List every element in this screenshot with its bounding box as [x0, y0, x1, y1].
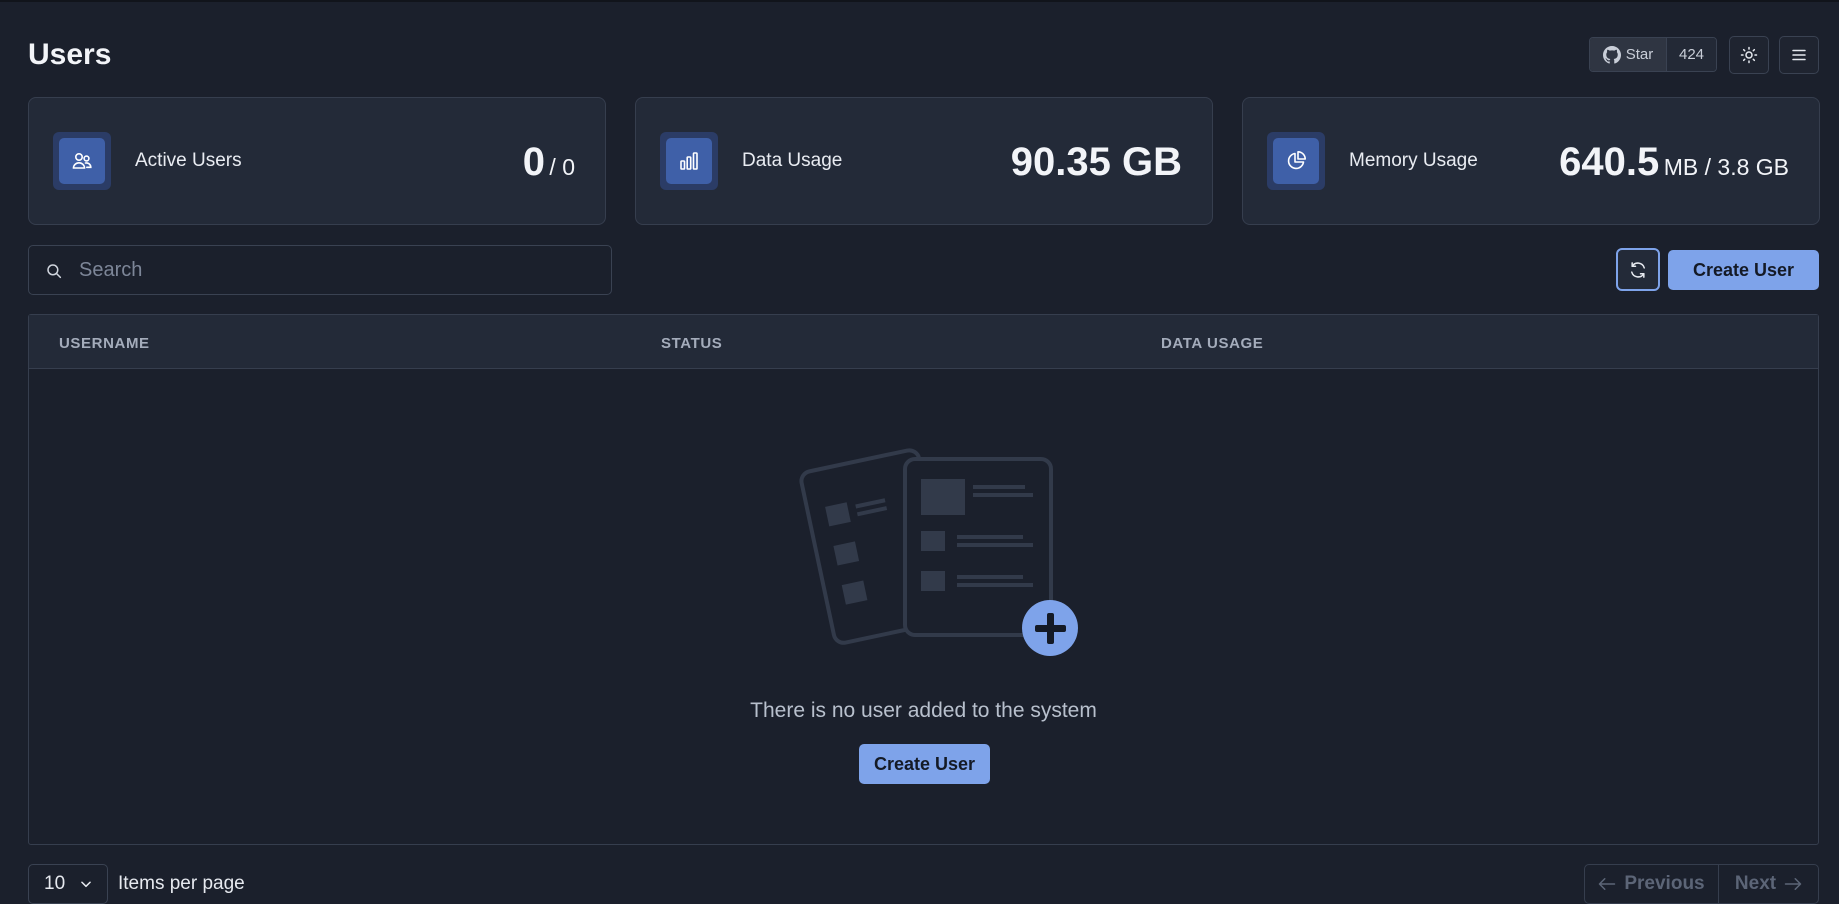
stat-label: Data Usage: [742, 150, 843, 171]
empty-state-illustration: [799, 448, 1078, 656]
column-header-status[interactable]: STATUS: [661, 335, 722, 352]
bar-chart-icon: [680, 152, 698, 170]
items-per-page-value: 10: [44, 873, 66, 894]
column-header-username[interactable]: USERNAME: [59, 335, 150, 352]
create-user-button[interactable]: Create User: [1668, 250, 1819, 290]
theme-toggle-button[interactable]: [1729, 36, 1769, 74]
stat-value: 640.5 MB / 3.8 GB: [1559, 140, 1789, 184]
search-icon: [47, 264, 62, 279]
github-star-button[interactable]: Star: [1590, 38, 1667, 71]
pie-chart-icon: [1287, 151, 1306, 170]
arrow-left-icon: [1599, 878, 1616, 890]
menu-button[interactable]: [1779, 36, 1819, 74]
pagination: Previous Next: [1584, 864, 1819, 904]
sun-icon: [1740, 46, 1758, 64]
refresh-button[interactable]: [1616, 248, 1660, 291]
stat-icon-frame: [660, 132, 718, 190]
github-icon: [1602, 45, 1621, 64]
search-input[interactable]: [79, 246, 599, 294]
stat-value: 0 / 0: [522, 140, 575, 184]
previous-page-button[interactable]: Previous: [1585, 865, 1719, 903]
refresh-icon: [1631, 261, 1645, 278]
chevron-down-icon: [81, 881, 91, 888]
github-star-widget[interactable]: Star 424: [1589, 37, 1717, 72]
arrow-right-icon: [1784, 878, 1802, 890]
plus-circle-icon: [1022, 600, 1078, 656]
table-header: USERNAME STATUS DATA USAGE: [29, 315, 1818, 369]
stat-card-memory-usage: Memory Usage 640.5 MB / 3.8 GB: [1242, 97, 1820, 225]
stat-label: Memory Usage: [1349, 150, 1478, 171]
users-icon: [72, 153, 92, 169]
stat-card-active-users: Active Users 0 / 0: [28, 97, 606, 225]
empty-state-create-user-button[interactable]: Create User: [859, 744, 990, 784]
stat-icon-frame: [1267, 132, 1325, 190]
stat-value: 90.35 GB: [1010, 140, 1182, 184]
items-per-page-select[interactable]: 10: [28, 864, 108, 904]
items-per-page-label: Items per page: [118, 873, 245, 894]
column-header-data-usage[interactable]: DATA USAGE: [1161, 335, 1263, 352]
stat-card-data-usage: Data Usage 90.35 GB: [635, 97, 1213, 225]
empty-state-message: There is no user added to the system: [750, 699, 1097, 722]
github-star-count[interactable]: 424: [1667, 38, 1716, 71]
hamburger-menu-icon: [1792, 49, 1806, 61]
stat-label: Active Users: [135, 150, 242, 171]
next-page-button[interactable]: Next: [1719, 865, 1818, 903]
github-star-label: Star: [1625, 46, 1654, 63]
front-document-icon: [903, 457, 1053, 637]
stat-icon-frame: [53, 132, 111, 190]
previous-page-label: Previous: [1624, 873, 1705, 894]
page-title: Users: [28, 38, 112, 71]
users-table: USERNAME STATUS DATA USAGE There is no u…: [28, 314, 1819, 845]
search-box: [28, 245, 612, 295]
top-border: [0, 0, 1839, 2]
next-page-label: Next: [1734, 873, 1777, 894]
